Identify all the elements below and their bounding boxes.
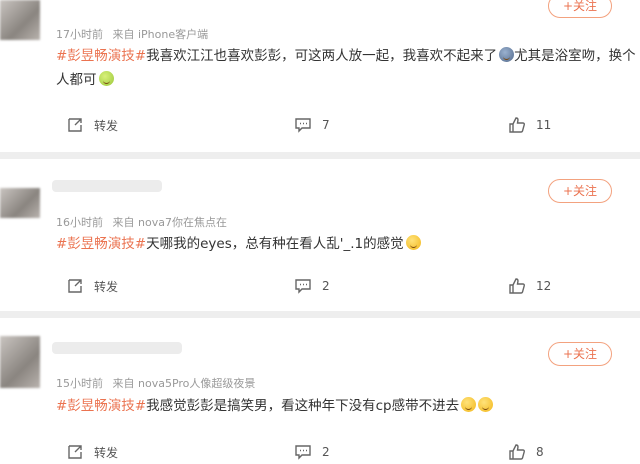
like-button[interactable]: 8 [508, 440, 544, 464]
emoji-icon [405, 235, 421, 250]
comment-icon [295, 118, 311, 133]
comment-button[interactable]: 2 [294, 440, 330, 464]
post-source: 来自 iPhone客户端 [112, 28, 209, 41]
post-text-main: 我感觉彭彭是搞笑男，看这种年下没有cp感带不进去 [146, 398, 460, 414]
laughing-emoji-icon [478, 397, 494, 412]
like-button[interactable]: 12 [508, 274, 551, 298]
laughing-emoji-icon [461, 397, 477, 412]
post-time: 15小时前 [56, 377, 103, 390]
avatar[interactable] [0, 188, 40, 218]
post-text: #彭昱畅演技#天哪我的eyes，总有种在看人乱'_.1的感觉 [56, 232, 636, 256]
action-bar: 转发 7 11 [0, 113, 640, 137]
like-button[interactable]: 11 [508, 113, 551, 137]
hashtag-link[interactable]: #彭昱畅演技# [56, 398, 146, 414]
like-count: 11 [536, 118, 552, 132]
post-divider [0, 311, 640, 318]
post-time: 17小时前 [56, 28, 103, 41]
post-meta: 16小时前 来自 nova7你在焦点在 [56, 214, 227, 230]
comment-count: 2 [322, 279, 330, 293]
follow-button[interactable]: +关注 [548, 0, 612, 18]
follow-button[interactable]: +关注 [548, 342, 612, 366]
repost-icon [68, 279, 82, 293]
comment-button[interactable]: 2 [294, 274, 330, 298]
like-count: 8 [536, 445, 544, 459]
post-text: #彭昱畅演技#我喜欢江江也喜欢彭彭，可这两人放一起，我喜欢不起来了 尤其是浴室吻，… [56, 44, 636, 92]
comment-icon [295, 279, 311, 294]
action-bar: 转发 2 12 [0, 274, 640, 298]
repost-label: 转发 [94, 445, 119, 460]
hashtag-link[interactable]: #彭昱畅演技# [56, 236, 146, 252]
post-time: 16小时前 [56, 216, 103, 229]
comment-count: 2 [322, 445, 330, 459]
repost-button[interactable]: 转发 [66, 440, 118, 464]
post-meta: 17小时前 来自 iPhone客户端 [56, 26, 208, 42]
repost-icon [68, 118, 82, 132]
avatar[interactable] [0, 0, 40, 40]
comment-count: 7 [322, 118, 330, 132]
post-source: 来自 nova5Pro人像超级夜景 [112, 377, 256, 390]
post-2: +关注 16小时前 来自 nova7你在焦点在 #彭昱畅演技#天哪我的eyes，… [0, 160, 640, 310]
avatar[interactable] [0, 336, 40, 388]
comment-icon [295, 445, 311, 460]
blurred-username [52, 180, 162, 192]
like-icon [509, 444, 525, 460]
emoji-icon [98, 71, 114, 86]
repost-icon [68, 445, 82, 459]
inline-avatar-icon [499, 47, 515, 62]
post-divider [0, 152, 640, 159]
follow-button[interactable]: +关注 [548, 179, 612, 203]
post-1: +关注 17小时前 来自 iPhone客户端 #彭昱畅演技#我喜欢江江也喜欢彭彭… [0, 0, 640, 150]
repost-label: 转发 [94, 118, 119, 133]
repost-button[interactable]: 转发 [66, 113, 118, 137]
post-3: +关注 15小时前 来自 nova5Pro人像超级夜景 #彭昱畅演技#我感觉彭彭… [0, 318, 640, 463]
post-meta: 15小时前 来自 nova5Pro人像超级夜景 [56, 375, 255, 391]
like-icon [509, 117, 525, 133]
repost-label: 转发 [94, 279, 119, 294]
like-icon [509, 278, 525, 294]
comment-button[interactable]: 7 [294, 113, 330, 137]
post-text-main: 天哪我的eyes，总有种在看人乱'_.1的感觉 [146, 236, 404, 252]
repost-button[interactable]: 转发 [66, 274, 118, 298]
action-bar: 转发 2 8 [0, 440, 640, 464]
hashtag-link[interactable]: #彭昱畅演技# [56, 48, 146, 64]
post-text: #彭昱畅演技#我感觉彭彭是搞笑男，看这种年下没有cp感带不进去 [56, 394, 636, 418]
post-source: 来自 nova7你在焦点在 [112, 216, 227, 229]
post-text-main: 我喜欢江江也喜欢彭彭，可这两人放一起，我喜欢不起来了 [146, 48, 498, 64]
blurred-username [52, 342, 182, 354]
like-count: 12 [536, 279, 552, 293]
